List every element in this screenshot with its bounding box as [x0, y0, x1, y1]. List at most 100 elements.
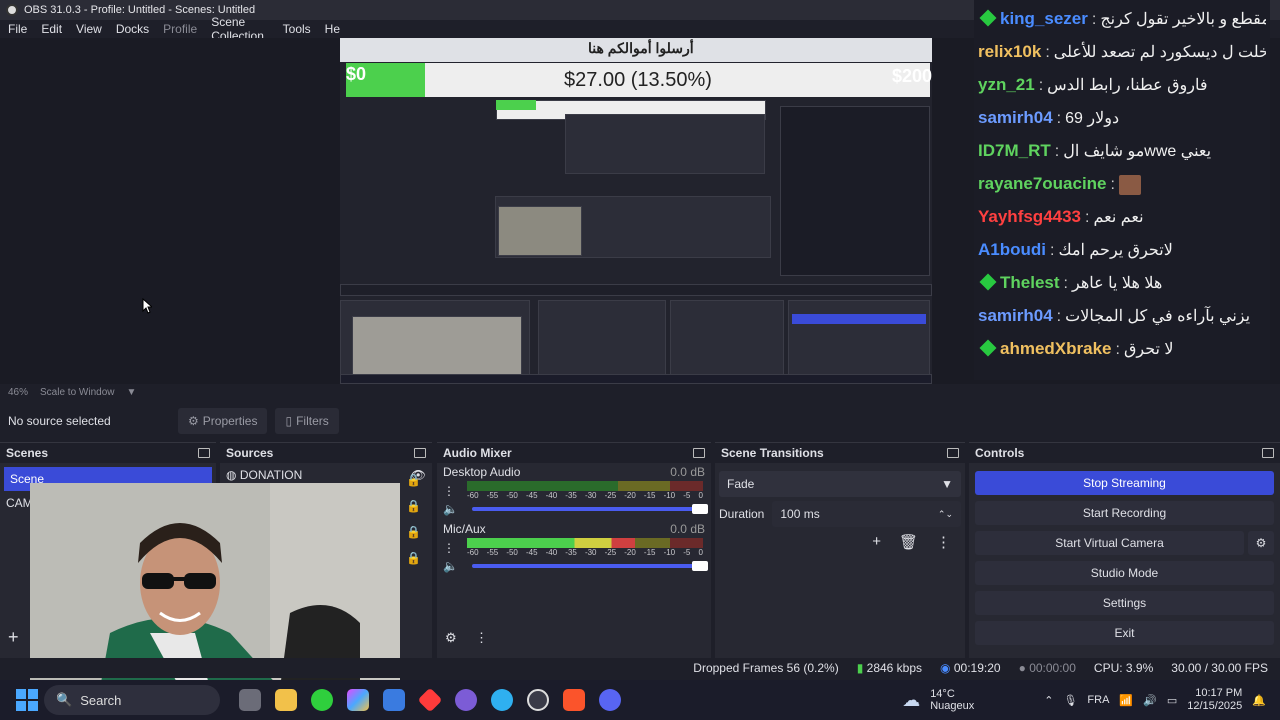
- donation-goal-bar: $27.00 (13.50%): [346, 63, 930, 97]
- volume-meter-fill: [467, 538, 635, 548]
- meter-tick: -60: [467, 548, 479, 557]
- chevron-down-icon[interactable]: ▼: [127, 387, 137, 398]
- xbox-icon[interactable]: [311, 689, 333, 711]
- scale-mode-select[interactable]: Scale to Window: [40, 387, 114, 398]
- speaker-icon[interactable]: 🔊: [1143, 694, 1157, 707]
- virtual-camera-settings-icon[interactable]: ⚙: [1248, 531, 1274, 555]
- undock-icon[interactable]: [693, 448, 705, 458]
- menu-docks[interactable]: Docks: [116, 22, 149, 36]
- meter-tick: -10: [663, 491, 676, 500]
- menu-tools[interactable]: Tools: [283, 22, 311, 36]
- undock-icon[interactable]: [414, 448, 426, 458]
- chat-text: يعني wweمو شايف ال: [1063, 143, 1212, 160]
- undock-icon[interactable]: [1262, 448, 1274, 458]
- anydesk-icon[interactable]: [417, 687, 443, 713]
- notification-icon[interactable]: 🔔: [1252, 694, 1266, 707]
- volume-slider-knob[interactable]: [691, 504, 708, 514]
- undock-icon[interactable]: [947, 448, 959, 458]
- file-explorer-icon[interactable]: [275, 689, 297, 711]
- taskbar-search[interactable]: 🔍 Search: [44, 685, 220, 715]
- emote-icon: [1118, 174, 1141, 195]
- chevron-up-icon[interactable]: ⌃: [1044, 694, 1053, 707]
- channel-name: Mic/Aux: [443, 522, 486, 536]
- lock-icon[interactable]: 🔒: [406, 525, 421, 539]
- meter-tick: 0: [698, 548, 703, 557]
- channel-menu-icon[interactable]: ⋮: [443, 541, 455, 555]
- no-source-label: No source selected: [8, 414, 111, 428]
- brave-icon[interactable]: [563, 689, 585, 711]
- volume-slider[interactable]: [471, 561, 708, 571]
- exit-button[interactable]: Exit: [975, 621, 1274, 645]
- chat-separator: :: [1045, 44, 1050, 61]
- fps: 30.00 / 30.00 FPS: [1171, 661, 1268, 675]
- chat-app-icon[interactable]: [455, 689, 477, 711]
- duration-spinbox[interactable]: 100 ms ⌃⌄: [772, 501, 961, 527]
- menu-profile[interactable]: Profile: [163, 22, 197, 36]
- settings-button[interactable]: Settings: [975, 591, 1274, 615]
- meter-tick: -40: [545, 548, 558, 557]
- clock[interactable]: 10:17 PM 12/15/2025: [1187, 687, 1242, 713]
- weather-widget[interactable]: 14°C Nuageux: [930, 688, 974, 712]
- chat-username: Yayhfsg4433: [978, 207, 1082, 226]
- battery-icon[interactable]: ▭: [1167, 694, 1177, 707]
- windows-start-icon[interactable]: [16, 689, 38, 711]
- discord-icon[interactable]: [599, 689, 621, 711]
- speaker-icon[interactable]: 🔈: [443, 502, 458, 516]
- obs-logo-icon: [6, 4, 18, 16]
- add-transition-icon[interactable]: +: [872, 533, 881, 551]
- spin-arrows-icon[interactable]: ⌃⌄: [938, 509, 953, 520]
- controls-title: Controls: [975, 446, 1025, 460]
- lock-icon[interactable]: 🔒: [406, 499, 421, 513]
- trash-icon[interactable]: 🗑: [899, 533, 918, 551]
- preview-canvas[interactable]: أرسلوا أموالكم هنا $27.00 (13.50%) $0 $2…: [340, 38, 932, 384]
- speaker-icon[interactable]: 🔈: [443, 559, 458, 573]
- studio-mode-button[interactable]: Studio Mode: [975, 561, 1274, 585]
- taskbar-search-label: Search: [80, 692, 122, 708]
- scene-transitions-dock: Scene Transitions Fade ▼ Duration 100 ms…: [715, 442, 965, 658]
- store-icon[interactable]: [383, 689, 405, 711]
- stop-streaming-button[interactable]: Stop Streaming: [975, 471, 1274, 495]
- badge-icon: [979, 273, 997, 291]
- volume-slider-knob[interactable]: [691, 561, 708, 571]
- duration-value: 100 ms: [780, 507, 820, 521]
- start-virtual-camera-button[interactable]: Start Virtual Camera: [975, 531, 1244, 555]
- transition-select[interactable]: Fade ▼: [719, 471, 961, 497]
- cloud-icon: ☁: [902, 689, 921, 710]
- meter-tick: -20: [624, 491, 636, 500]
- menu-edit[interactable]: Edit: [41, 22, 62, 36]
- menu-help[interactable]: He: [325, 22, 340, 36]
- record-time: 00:00:00: [1029, 661, 1076, 675]
- signal-bars-icon: ▮: [856, 661, 864, 675]
- chat-separator: :: [1115, 341, 1120, 358]
- mixer-settings-icon[interactable]: ⚙: [445, 630, 457, 646]
- goal-min-label: $0: [346, 64, 367, 84]
- lock-icon[interactable]: 🔒: [406, 473, 421, 487]
- mixer-menu-icon[interactable]: ⋮: [475, 630, 488, 646]
- menu-file[interactable]: File: [8, 22, 27, 36]
- microphone-icon[interactable]: 🎙: [1063, 694, 1077, 707]
- properties-button[interactable]: ⚙ Properties: [178, 408, 268, 434]
- chat-username: ID7M_RT: [978, 141, 1051, 160]
- add-scene-button[interactable]: +: [8, 627, 19, 648]
- obs-taskbar-icon[interactable]: [527, 689, 549, 711]
- filters-button[interactable]: ▯ Filters: [275, 408, 339, 434]
- lock-icon[interactable]: 🔒: [406, 551, 421, 565]
- chat-message: samirh04: يزني بآراءه في كل المجالات: [978, 299, 1266, 332]
- volume-slider[interactable]: [471, 504, 708, 514]
- channel-menu-icon[interactable]: ⋮: [443, 484, 455, 498]
- copilot-icon[interactable]: [347, 689, 369, 711]
- chat-text: داعر تعبت على المقطع و بالاخير تقول كرنج: [1100, 11, 1266, 28]
- edge-icon[interactable]: [491, 689, 513, 711]
- more-options-icon[interactable]: ⋮: [936, 533, 951, 551]
- chat-message: yzn_21: فاروق عطنا، رابط الدس: [978, 68, 1266, 101]
- language-indicator[interactable]: FRA: [1087, 694, 1109, 706]
- chat-separator: :: [1063, 275, 1068, 292]
- nested-preview: [340, 100, 932, 384]
- meter-tick: -5: [683, 548, 691, 557]
- start-recording-button[interactable]: Start Recording: [975, 501, 1274, 525]
- task-view-icon[interactable]: [239, 689, 261, 711]
- menu-view[interactable]: View: [76, 22, 102, 36]
- undock-icon[interactable]: [198, 448, 210, 458]
- mouse-cursor-icon: [142, 298, 152, 314]
- wifi-icon[interactable]: 📶: [1119, 694, 1133, 707]
